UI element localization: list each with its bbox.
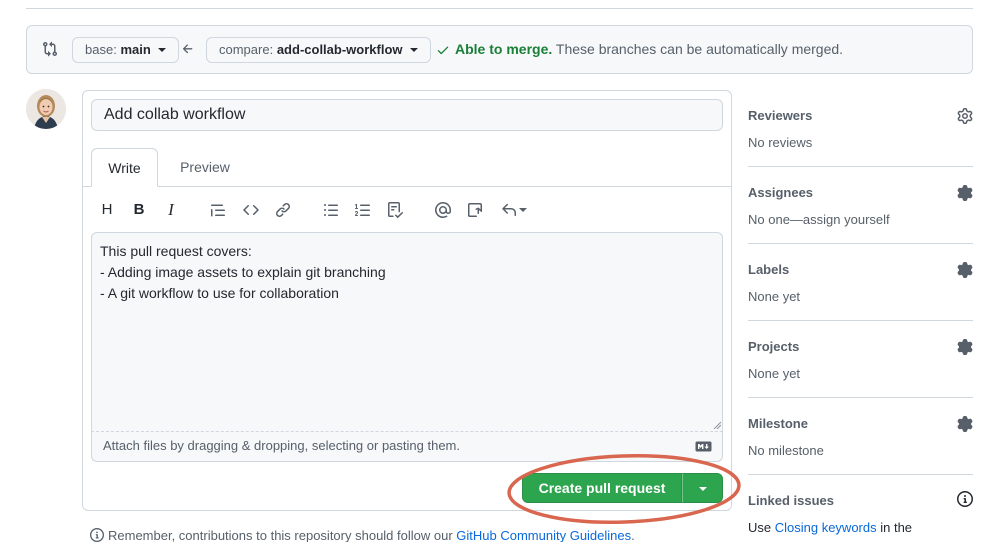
arrow-left-icon	[182, 44, 193, 54]
undo-glyph	[502, 203, 516, 216]
heading-icon[interactable]: H	[96, 200, 118, 220]
check-icon	[437, 46, 449, 55]
chevron-down-icon	[158, 48, 167, 52]
sidebar-assignees-value[interactable]: No one—assign yourself	[748, 212, 973, 227]
reference-glyph	[468, 203, 482, 217]
sidebar-divider	[748, 474, 973, 475]
sidebar-milestone-value: No milestone	[748, 443, 824, 458]
merge-status-detail: These branches can be automatically merg…	[555, 41, 844, 57]
sidebar-divider	[748, 320, 973, 321]
contribution-note-suffix: .	[631, 528, 635, 542]
code-icon[interactable]	[240, 200, 262, 220]
contribution-note: Remember, contributions to this reposito…	[90, 528, 635, 542]
unordered-list-glyph	[324, 204, 338, 216]
sidebar-linked-issues-value: Use Closing keywords in the	[748, 520, 973, 535]
quote-glyph	[211, 204, 225, 217]
compare-branch-name: add-collab-workflow	[276, 42, 403, 57]
compare-prefix: compare:	[219, 42, 274, 57]
sidebar-divider	[748, 397, 973, 398]
sidebar-reviewers: Reviewers No reviews	[748, 108, 973, 150]
base-branch-name: main	[120, 42, 151, 57]
sidebar-assignees: Assignees No one—assign yourself	[748, 185, 973, 227]
chevron-down-icon	[410, 48, 419, 52]
ordered-list-icon[interactable]	[352, 200, 374, 220]
resize-handle[interactable]	[713, 421, 721, 429]
sidebar-labels: Labels None yet	[748, 262, 973, 304]
sidebar-projects-value: None yet	[748, 366, 801, 381]
link-glyph	[275, 202, 291, 218]
closing-keywords-link[interactable]: Closing keywords	[775, 520, 877, 535]
sidebar-labels-value: None yet	[748, 289, 801, 304]
unordered-list-icon[interactable]	[320, 200, 342, 220]
contribution-note-text: Remember, contributions to this reposito…	[108, 528, 457, 542]
sidebar-divider	[748, 166, 973, 167]
community-guidelines-link[interactable]: GitHub Community Guidelines	[456, 528, 631, 542]
gear-icon[interactable]	[957, 416, 973, 432]
info-icon[interactable]	[957, 491, 973, 507]
bold-icon[interactable]: B	[128, 200, 150, 220]
code-glyph	[243, 204, 259, 216]
sidebar-projects-label: Projects	[748, 339, 800, 354]
compare-branch-select[interactable]: compare: add-collab-workflow	[206, 37, 432, 63]
italic-icon[interactable]: I	[160, 200, 182, 220]
merge-status: Able to merge. These branches can be aut…	[455, 41, 843, 57]
avatar-image	[26, 89, 66, 129]
task-list-glyph	[388, 202, 403, 218]
ordered-list-glyph	[355, 204, 370, 216]
info-icon	[90, 528, 104, 542]
sidebar-reviewers-label: Reviewers	[748, 108, 813, 123]
top-divider	[26, 8, 973, 9]
reference-icon[interactable]	[464, 200, 486, 220]
gear-icon[interactable]	[957, 339, 973, 355]
undo-icon[interactable]	[500, 200, 528, 220]
sidebar-projects: Projects None yet	[748, 339, 973, 381]
mention-glyph	[435, 202, 451, 218]
tab-write[interactable]: Write	[91, 148, 158, 187]
base-prefix: base:	[85, 42, 117, 57]
compare-icon	[43, 41, 58, 57]
sidebar-milestone: Milestone No milestone	[748, 416, 973, 458]
pr-body-line: This pull request covers:	[100, 243, 252, 259]
pr-body-textarea[interactable]: This pull request covers: - Adding image…	[91, 232, 723, 432]
pr-title-input[interactable]: Add collab workflow	[91, 99, 723, 131]
sidebar-milestone-label: Milestone	[748, 416, 808, 431]
mention-icon[interactable]	[432, 200, 454, 220]
gear-icon[interactable]	[957, 108, 973, 124]
base-branch-select[interactable]: base: main	[72, 37, 180, 63]
pr-body-line: - A git workflow to use for collaboratio…	[100, 285, 339, 301]
tab-preview[interactable]: Preview	[168, 148, 242, 187]
chevron-down-icon	[519, 208, 527, 212]
sidebar-labels-label: Labels	[748, 262, 790, 277]
sidebar-reviewers-value: No reviews	[748, 135, 813, 150]
sidebar-assignees-label: Assignees	[748, 185, 814, 200]
linked-issues-suffix: in the	[876, 520, 913, 535]
linked-issues-prefix: Use	[748, 520, 775, 535]
gear-icon[interactable]	[957, 262, 973, 278]
highlight-annotation	[507, 454, 741, 524]
link-icon[interactable]	[272, 200, 294, 220]
gear-icon[interactable]	[957, 185, 973, 201]
avatar[interactable]	[26, 89, 66, 129]
quote-icon[interactable]	[207, 200, 229, 220]
merge-status-label: Able to merge.	[455, 41, 553, 57]
task-list-icon[interactable]	[384, 200, 406, 220]
pr-body-line: - Adding image assets to explain git bra…	[100, 264, 386, 280]
sidebar-linked-issues-label: Linked issues	[748, 493, 834, 508]
sidebar-linked-issues: Linked issues Use Closing keywords in th…	[748, 493, 973, 535]
sidebar-divider	[748, 243, 973, 244]
markdown-icon[interactable]	[695, 441, 712, 452]
